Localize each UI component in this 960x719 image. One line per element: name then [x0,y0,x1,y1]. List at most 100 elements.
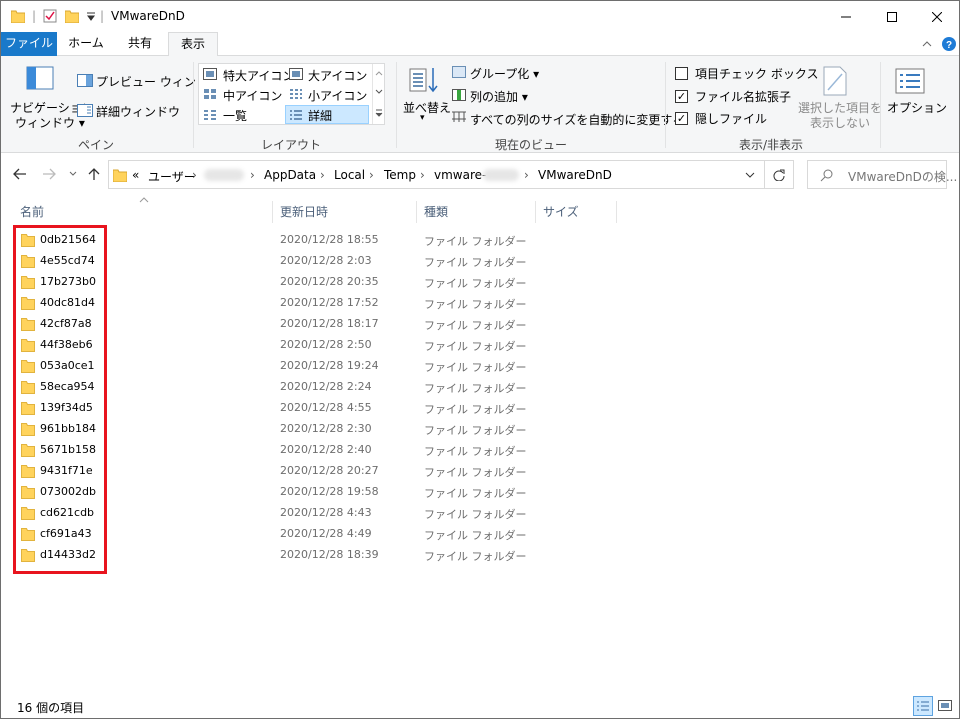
breadcrumb-users[interactable]: ユーザー [148,168,196,185]
file-row[interactable]: cf691a43 2020/12/28 4:49 ファイル フォルダー [17,524,617,545]
file-row[interactable]: 58eca954 2020/12/28 2:24 ファイル フォルダー [17,377,617,398]
breadcrumb-temp[interactable]: Temp [384,168,416,182]
item-checkboxes-checkbox[interactable] [675,67,688,80]
tab-share[interactable]: 共有 [116,32,164,56]
file-row[interactable]: 44f38eb6 2020/12/28 2:50 ファイル フォルダー [17,335,617,356]
redacted-username [204,169,244,181]
file-row[interactable]: 17b273b0 2020/12/28 20:35 ファイル フォルダー [17,272,617,293]
file-modified: 2020/12/28 19:58 [280,485,379,498]
expand-gallery-icon[interactable] [375,109,383,117]
search-box[interactable]: VMwareDnDの検... [807,160,957,189]
column-header-name[interactable]: 名前 [14,201,273,223]
ribbon-divider [880,62,881,148]
layout-list[interactable]: 一覧 [223,107,247,124]
customize-toolbar-icon[interactable] [86,12,96,22]
file-modified: 2020/12/28 4:49 [280,527,372,540]
breadcrumb-separator-icon[interactable]: › [420,168,425,182]
file-type: ファイル フォルダー [424,529,527,542]
file-modified: 2020/12/28 2:40 [280,443,372,456]
back-arrow-icon[interactable] [13,168,27,180]
sort-by-button[interactable]: 並べ替え [403,99,451,116]
details-view-button[interactable] [913,696,933,716]
refresh-button[interactable] [765,160,794,189]
column-header-size[interactable]: サイズ [537,201,617,223]
breadcrumb-separator-icon[interactable]: › [369,168,374,182]
properties-icon[interactable] [43,9,57,23]
file-row[interactable]: cd621cdb 2020/12/28 4:43 ファイル フォルダー [17,503,617,524]
file-extensions-checkbox[interactable]: ✓ [675,90,688,103]
file-type: ファイル フォルダー [424,508,527,521]
scroll-down-icon[interactable] [375,89,383,95]
close-button[interactable] [914,1,960,32]
breadcrumb-appdata[interactable]: AppData [264,168,316,182]
file-extensions-label: ファイル名拡張子 [695,90,792,104]
window-title: VMwareDnD [111,9,185,23]
file-row[interactable]: 4e55cd74 2020/12/28 2:03 ファイル フォルダー [17,251,617,272]
address-dropdown-chevron-icon[interactable] [745,172,755,179]
column-header-type[interactable]: 種類 [418,201,536,223]
ribbon-tab-bar: ファイル ホーム 共有 表示 ? [1,32,959,57]
breadcrumb-vmware[interactable]: vmware- [434,168,486,182]
layout-details[interactable]: 詳細 [308,107,332,124]
tab-view[interactable]: 表示 [168,32,218,57]
new-folder-icon[interactable] [65,9,79,23]
pane-group-label: ペイン [77,138,114,152]
file-row[interactable]: 42cf87a8 2020/12/28 18:17 ファイル フォルダー [17,314,617,335]
file-row[interactable]: 139f34d5 2020/12/28 4:55 ファイル フォルダー [17,398,617,419]
ribbon-divider [396,62,397,148]
folder-icon [11,10,25,23]
layout-scrollbar[interactable] [372,64,385,124]
file-row[interactable]: 0db21564 2020/12/28 18:55 ファイル フォルダー [17,230,617,251]
forward-arrow-icon[interactable] [42,168,56,180]
file-row[interactable]: 961bb184 2020/12/28 2:30 ファイル フォルダー [17,419,617,440]
help-icon[interactable]: ? [942,37,956,51]
navigation-pane-icon [26,66,54,90]
file-type: ファイル フォルダー [424,256,527,269]
breadcrumb-separator-icon[interactable]: › [524,168,529,182]
layout-extra-large-icons[interactable]: 特大アイコン [223,67,294,84]
svg-text:?: ? [946,40,952,51]
breadcrumb-separator-icon[interactable]: › [320,168,325,182]
details-pane-button[interactable]: 詳細ウィンドウ [96,103,180,120]
address-bar[interactable]: « ユーザー › › AppData › Local › Temp › vmwa… [108,160,765,189]
file-type: ファイル フォルダー [424,445,527,458]
layout-large-icons[interactable]: 大アイコン [308,67,367,84]
column-header-modified[interactable]: 更新日時 [274,201,417,223]
add-columns-button[interactable]: 列の追加 ▾ [470,88,528,105]
ribbon: ナビゲーション ウィンドウ ▾ プレビュー ウィンドウ 詳細ウィンドウ ペイン … [1,56,959,153]
sort-by-dropdown-arrow[interactable]: ▾ [420,113,425,123]
file-row[interactable]: 40dc81d4 2020/12/28 17:52 ファイル フォルダー [17,293,617,314]
small-icons-icon [290,89,302,99]
file-row[interactable]: 9431f71e 2020/12/28 20:27 ファイル フォルダー [17,461,617,482]
breadcrumb-separator-icon[interactable]: › [250,168,255,182]
hidden-items-checkbox[interactable]: ✓ [675,112,688,125]
tab-file[interactable]: ファイル [1,32,57,56]
options-button[interactable]: オプション [887,99,947,116]
chevron-up-icon[interactable] [922,40,932,48]
navigation-bar: « ユーザー › › AppData › Local › Temp › vmwa… [1,153,959,195]
breadcrumb-separator-icon[interactable]: › [192,168,197,182]
layout-medium-icons[interactable]: 中アイコン [223,87,282,104]
file-row[interactable]: d14433d2 2020/12/28 18:39 ファイル フォルダー [17,545,617,566]
overflow-chevron-icon[interactable]: « [132,168,139,182]
autosize-columns-button[interactable]: すべての列のサイズを自動的に変更する [470,111,684,128]
maximize-button[interactable] [869,1,915,32]
layout-small-icons[interactable]: 小アイコン [308,87,367,104]
details-view-icon [917,701,929,711]
recent-locations-chevron-icon[interactable] [69,171,77,177]
group-by-icon [452,66,466,78]
tab-home[interactable]: ホーム [61,32,111,56]
file-row[interactable]: 053a0ce1 2020/12/28 19:24 ファイル フォルダー [17,356,617,377]
large-icons-view-button[interactable] [935,696,955,716]
breadcrumb-local[interactable]: Local [334,168,365,182]
minimize-button[interactable] [823,1,869,32]
list-icon [204,110,216,120]
scroll-up-icon[interactable] [375,70,383,76]
breadcrumb-vmwarednd[interactable]: VMwareDnD [538,168,612,182]
group-by-button[interactable]: グループ化 ▾ [470,65,539,82]
file-type: ファイル フォルダー [424,235,527,248]
file-modified: 2020/12/28 20:27 [280,464,379,477]
up-arrow-icon[interactable] [88,167,100,181]
file-row[interactable]: 5671b158 2020/12/28 2:40 ファイル フォルダー [17,440,617,461]
file-row[interactable]: 073002db 2020/12/28 19:58 ファイル フォルダー [17,482,617,503]
